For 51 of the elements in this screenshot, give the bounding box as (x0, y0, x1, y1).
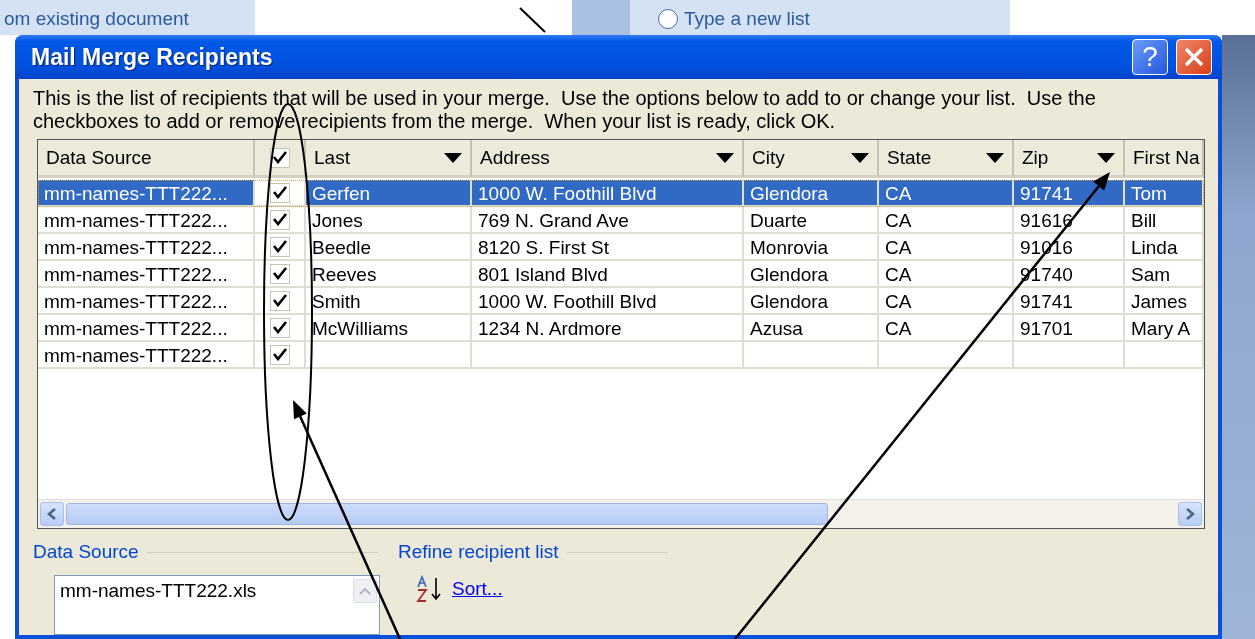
help-button[interactable]: ? (1132, 39, 1168, 75)
checkmark-icon (272, 294, 287, 307)
column-header[interactable]: Data Source (38, 140, 255, 178)
sort-icon[interactable] (416, 575, 444, 603)
checkmark-icon (272, 186, 287, 199)
column-header[interactable]: Last (306, 140, 472, 178)
checkbox[interactable] (269, 290, 290, 311)
table-row[interactable]: mm-names-TTT222... Gerfen 1000 W. Foothill Blvd Glendora CA 91741 Tom (38, 180, 1204, 207)
dropdown-arrow-icon[interactable] (444, 152, 462, 163)
list-item[interactable]: mm-names-TTT222.xls (60, 579, 257, 634)
column-header[interactable]: State (879, 140, 1014, 178)
column-header[interactable]: First Na (1125, 140, 1204, 178)
dropdown-arrow-icon[interactable] (716, 152, 734, 163)
table-cell: mm-names-TTT222... (38, 342, 255, 369)
checkbox[interactable] (269, 263, 290, 284)
radio-button[interactable] (658, 9, 678, 29)
checkbox[interactable] (269, 236, 290, 257)
dropdown-arrow-icon[interactable] (1097, 152, 1115, 163)
checkmark-icon (272, 267, 287, 280)
table-row[interactable]: mm-names-TTT222... Smith 1000 W. Foothill Blvd Glendora CA 91741 James (38, 288, 1204, 315)
radio-label: Type a new list (684, 7, 810, 31)
checkmark-icon (272, 321, 287, 334)
checkbox[interactable] (269, 182, 290, 203)
column-header[interactable]: City (744, 140, 879, 178)
group-label: Refine recipient list (398, 541, 559, 563)
window-title: Mail Merge Recipients (31, 43, 274, 71)
checkbox[interactable] (269, 209, 290, 230)
dropdown-arrow-icon[interactable] (986, 152, 1004, 163)
scrollbar-thumb[interactable] (66, 503, 828, 525)
table-row[interactable]: mm-names-TTT222... McWilliams 1234 N. Ardmore Azusa CA 91701 Mary A (38, 315, 1204, 342)
annotation-line (519, 7, 546, 33)
sort-link[interactable]: Sort... (452, 578, 503, 600)
checkmark-icon (272, 240, 287, 253)
column-header[interactable] (255, 140, 306, 178)
checkmark-icon (272, 348, 287, 361)
checkbox[interactable] (269, 147, 290, 168)
column-header[interactable]: Zip (1014, 140, 1125, 178)
checkbox[interactable] (269, 317, 290, 338)
group-label: Data Source (33, 541, 139, 563)
background-text: om existing document (4, 7, 189, 31)
close-button[interactable] (1176, 39, 1212, 75)
data-source-list[interactable]: mm-names-TTT222.xls (54, 575, 380, 635)
table-row[interactable]: mm-names-TTT222... Jones 769 N. Grand Ave Duarte CA 91616 Bill (38, 207, 1204, 234)
checkmark-icon (272, 151, 287, 164)
dropdown-arrow-icon[interactable] (851, 152, 869, 163)
column-header[interactable]: Address (472, 140, 744, 178)
checkmark-icon (272, 213, 287, 226)
checkbox[interactable] (269, 344, 290, 365)
horizontal-scrollbar[interactable] (38, 499, 1204, 528)
table-row[interactable]: mm-names-TTT222... (38, 342, 1204, 369)
close-icon (1183, 46, 1205, 68)
